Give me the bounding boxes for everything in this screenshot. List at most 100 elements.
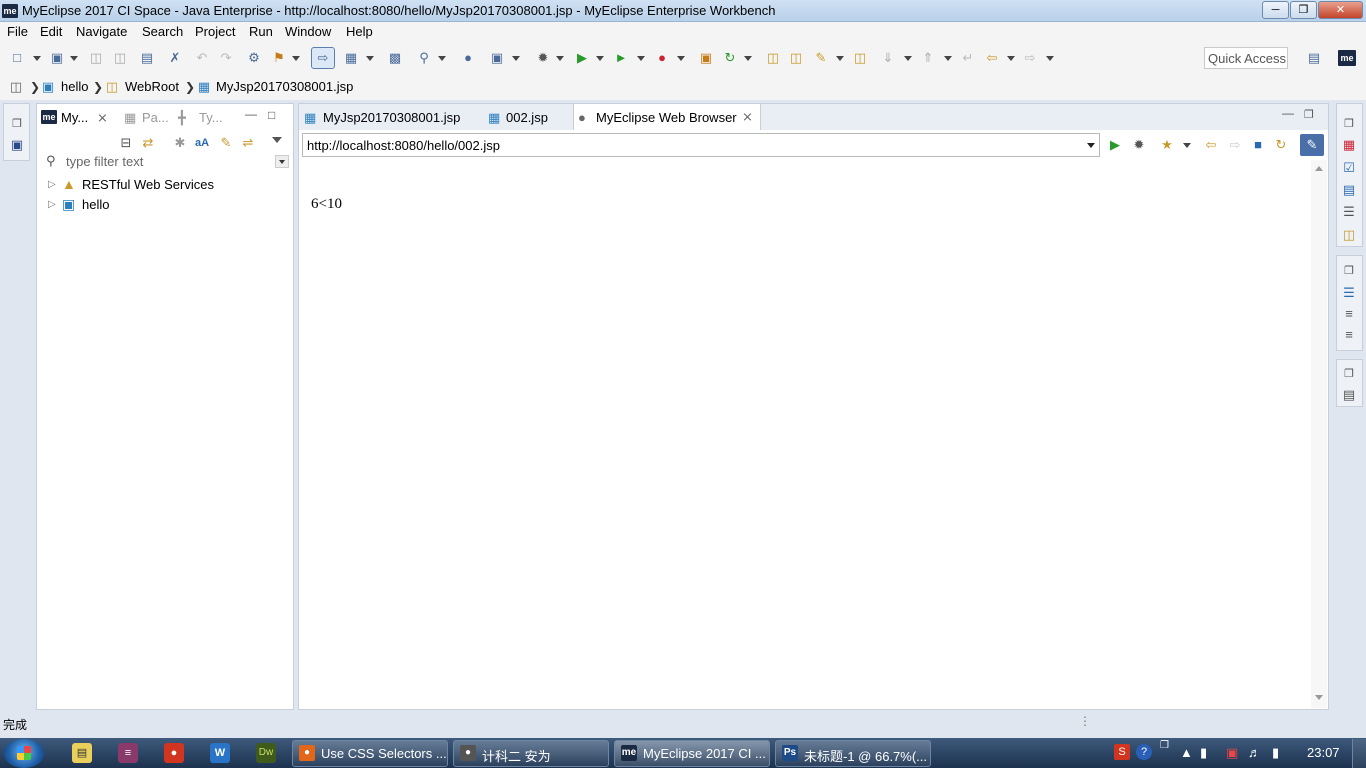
undo-icon[interactable]: ↶ [194,50,210,66]
dreamweaver-icon[interactable]: Dw [256,743,276,763]
weibo-icon[interactable]: ● [164,743,184,763]
volume-icon[interactable]: ♬ [1248,745,1261,760]
camera-dropdown-icon[interactable] [512,56,520,61]
myeclipse-perspective-icon[interactable]: me [1338,50,1356,66]
tab-web-browser[interactable]: MyEclipse Web Browser [596,110,737,125]
back-icon[interactable]: ⇦ [1203,137,1219,153]
open-folder-icon[interactable]: ◫ [765,50,781,66]
run-config-dropdown-icon[interactable] [637,56,645,61]
link-editor-icon[interactable]: ⇄ [140,135,156,151]
menu-file[interactable]: File [7,24,28,39]
minimize-editor-icon[interactable]: — [1282,106,1294,120]
minimize-view-icon[interactable]: — [245,107,257,121]
package-icon[interactable]: ▣ [698,50,714,66]
save-icon[interactable]: ◫ [88,50,104,66]
menu-run[interactable]: Run [249,24,273,39]
deploy-dropdown-icon[interactable] [292,56,300,61]
menu-search[interactable]: Search [142,24,183,39]
search-tool-icon[interactable]: ⚲ [416,50,432,66]
close-tab-icon[interactable]: ⨯ [97,110,108,126]
tab-002jsp[interactable]: 002.jsp [506,110,548,125]
minimize-button[interactable]: ─ [1262,1,1289,19]
debug-icon[interactable]: ✹ [535,50,551,66]
breadcrumb-file[interactable]: MyJsp20170308001.jsp [216,79,353,94]
outline-icon[interactable]: ☰ [1341,285,1357,301]
prev-annotation-dropdown-icon[interactable] [944,56,952,61]
vertical-scrollbar[interactable] [1311,160,1327,708]
filter-input[interactable]: type filter text [66,154,143,169]
next-annotation-icon[interactable]: ⇓ [880,50,896,66]
refresh-icon[interactable]: ↻ [1273,137,1289,153]
globe-icon[interactable]: ● [460,50,476,66]
url-dropdown-icon[interactable] [1087,143,1095,148]
tree-item-hello[interactable]: hello [82,197,109,212]
restore-editor-icon[interactable]: ❐ [1304,108,1314,121]
maximize-view-icon[interactable]: □ [268,108,275,122]
external-browser-icon[interactable]: ✎ [1300,134,1324,156]
sync-icon[interactable]: ⇌ [240,135,256,151]
menu-project[interactable]: Project [195,24,235,39]
taskbar-item-chat[interactable]: ● 计科二 安为 [453,740,609,767]
open-type-icon[interactable]: ◫ [788,50,804,66]
close-button[interactable]: ✕ [1318,1,1363,19]
menu-navigate[interactable]: Navigate [76,24,127,39]
grid-dropdown-icon[interactable] [366,56,374,61]
new-dropdown-icon[interactable] [33,56,41,61]
restore-icon[interactable]: ❐ [1341,116,1357,132]
network-icon[interactable]: ▮ [1200,745,1207,761]
grid-icon[interactable]: ▦ [343,50,359,66]
quick-access-input[interactable]: Quick Access [1204,47,1288,69]
taskbar-item-myeclipse[interactable]: me MyEclipse 2017 CI ... [614,740,770,767]
next-annotation-dropdown-icon[interactable] [904,56,912,61]
restore-icon[interactable]: ❐ [1341,263,1357,279]
external-dropdown-icon[interactable] [677,56,685,61]
new-wizard-icon[interactable]: ▣ [49,50,65,66]
refresh-dropdown-icon[interactable] [744,56,752,61]
tab-package[interactable]: Pa... [142,110,169,125]
help-icon[interactable]: ? [1136,744,1152,760]
bookmark-dropdown-icon[interactable] [1183,143,1191,148]
new-icon[interactable]: □ [9,50,25,66]
redo-icon[interactable]: ↷ [218,50,234,66]
run-config-icon[interactable]: ► [613,50,629,66]
deploy-icon[interactable]: ⚑ [271,50,287,66]
taskbar-app-icon[interactable]: ≡ [118,743,138,763]
scroll-up-icon[interactable] [1315,166,1323,171]
workspace-icon[interactable]: ◫ [8,79,24,95]
forward-icon[interactable]: ⇨ [1227,137,1243,153]
back-icon[interactable]: ⇦ [984,50,1000,66]
url-input[interactable]: http://localhost:8080/hello/002.jsp [302,133,1100,157]
power-icon[interactable]: ▮ [1272,745,1279,761]
menu-window[interactable]: Window [285,24,331,39]
tray-window-icon[interactable]: ❐ [1160,740,1169,751]
camera-icon[interactable]: ▣ [489,50,505,66]
console-icon[interactable]: ▤ [139,50,155,66]
tray-expand-icon[interactable]: ▲ [1180,745,1193,760]
console-icon[interactable]: ▤ [1341,182,1357,198]
save-all-icon[interactable]: ◫ [112,50,128,66]
debug-dropdown-icon[interactable] [556,56,564,61]
filter-icon[interactable]: ✱ [172,135,188,151]
forward-icon[interactable]: ⇨ [1022,50,1038,66]
prev-annotation-icon[interactable]: ⇑ [920,50,936,66]
breadcrumb-hello[interactable]: hello [61,79,88,94]
taskbar-item-firefox[interactable]: ● Use CSS Selectors ... [292,740,448,767]
back-dropdown-icon[interactable] [1007,56,1015,61]
open-resource-icon[interactable]: ◫ [852,50,868,66]
call-hierarchy-icon[interactable]: ≡ [1341,327,1357,343]
clock[interactable]: 23:07 [1307,745,1340,760]
build-icon[interactable]: ⚙ [246,50,262,66]
external-tools-icon[interactable]: ● [654,50,670,66]
breadcrumb-webroot[interactable]: WebRoot [125,79,179,94]
notepad-icon[interactable]: ▤ [72,743,92,763]
image-preview-icon[interactable]: ◫ [1341,227,1357,243]
hierarchy-icon[interactable]: ≡ [1341,306,1357,322]
stop-icon[interactable]: ■ [1250,137,1266,153]
pencil-icon[interactable]: ✎ [813,50,829,66]
security-icon[interactable]: ▣ [1226,745,1238,761]
problems-icon[interactable]: ▦ [1341,137,1357,153]
close-tab-icon[interactable]: ⨯ [742,109,753,125]
forward-dropdown-icon[interactable] [1046,56,1054,61]
minimized-view-icon[interactable]: ▣ [9,137,25,153]
restore-icon[interactable]: ❐ [1341,366,1357,382]
